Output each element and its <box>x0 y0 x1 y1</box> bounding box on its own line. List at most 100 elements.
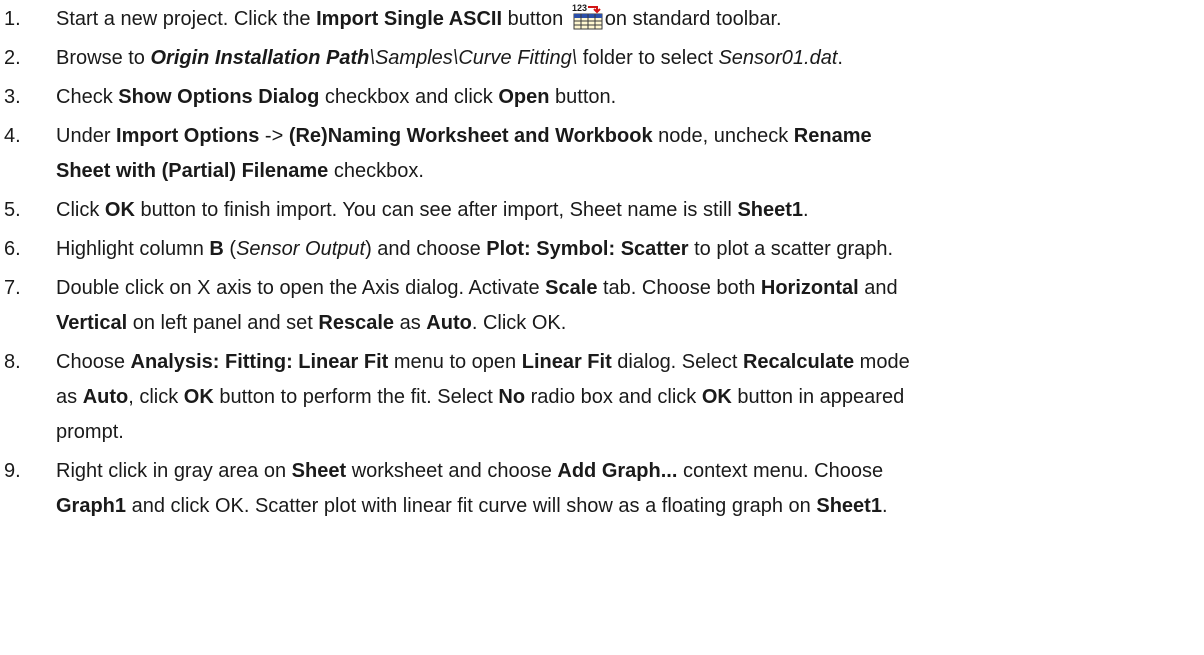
bold-text: Auto <box>426 312 472 334</box>
text-run: Check <box>56 86 119 108</box>
text-run: . <box>837 47 843 69</box>
step-text: Under Import Options -> (Re)Naming Works… <box>56 119 1196 189</box>
text-run: node, uncheck <box>652 125 794 147</box>
text-run: context menu. Choose <box>677 460 884 482</box>
bold-text: Vertical <box>56 312 128 334</box>
text-run: Click <box>56 199 105 221</box>
bold-text: Recalculate <box>742 351 855 373</box>
bold-text: Sheet1 <box>816 495 882 517</box>
step-number: 9. <box>4 460 21 482</box>
bold-text: Show Options Dialog <box>118 86 320 108</box>
bold-text: Open <box>498 86 550 108</box>
step-6: 6. Highlight column B (Sensor Output) and… <box>0 232 1196 267</box>
text-run: button. <box>549 86 617 108</box>
step-9: 9. Right click in gray area on Sheet work… <box>0 454 1196 524</box>
instruction-steps: 1. Start a new project. Click the Import … <box>0 0 1204 655</box>
text-run: Under <box>56 125 117 147</box>
bold-text: OK <box>701 386 732 408</box>
italic-text: Sensor Output <box>236 238 366 260</box>
bold-text: Auto <box>82 386 129 408</box>
step-number: 4. <box>4 125 21 147</box>
text-run: checkbox and click <box>319 86 499 108</box>
step-1: 1. Start a new project. Click the Import … <box>0 2 1196 37</box>
text-run: and click OK. Scatter plot with linear f… <box>126 495 817 517</box>
text-run: folder to select <box>577 47 719 69</box>
bold-text: (Re)Naming Worksheet and Workbook <box>288 125 653 147</box>
step-text: Choose Analysis: Fitting: Linear Fit men… <box>56 345 1196 450</box>
text-run: checkbox. <box>328 160 424 182</box>
bold-text: OK <box>104 199 135 221</box>
step-3: 3. Check Show Options Dialog checkbox and… <box>0 80 1196 115</box>
step-number: 7. <box>4 277 21 299</box>
text-run: , click <box>128 386 184 408</box>
step-7: 7. Double click on X axis to open the Axi… <box>0 271 1196 341</box>
bold-text: Linear Fit <box>521 351 612 373</box>
text-run: button <box>502 8 569 30</box>
text-run: button to perform the fit. Select <box>213 386 499 408</box>
bold-text: Plot: Symbol: Scatter <box>486 238 689 260</box>
text-run: as <box>56 386 83 408</box>
text-run: . Click OK. <box>471 312 567 334</box>
bold-text: Graph1 <box>56 495 127 517</box>
step-2: 2. Browse to Origin Installation Path\Sam… <box>0 41 1196 76</box>
text-run: Browse to <box>56 47 151 69</box>
italic-text: Sensor01.dat <box>718 47 838 69</box>
step-text: Double click on X axis to open the Axis … <box>56 271 1196 341</box>
step-number: 3. <box>4 86 21 108</box>
text-run: on standard toolbar. <box>604 8 782 30</box>
step-text: Browse to Origin Installation Path\Sampl… <box>56 41 1196 76</box>
text-run: Choose <box>56 351 131 373</box>
text-run: Start a new project. Click the <box>56 8 317 30</box>
bold-text: Analysis: Fitting: Linear Fit <box>130 351 389 373</box>
text-run: Double click on X axis to open the Axis … <box>56 277 546 299</box>
step-text: Right click in gray area on Sheet worksh… <box>56 454 1196 524</box>
emphasis: Origin Installation Path <box>150 47 369 69</box>
text-run: radio box and click <box>525 386 702 408</box>
text-run: dialog. Select <box>611 351 743 373</box>
step-number: 2. <box>4 47 21 69</box>
text-run: mode <box>854 351 910 373</box>
step-text: Highlight column B (Sensor Output) and c… <box>56 232 1196 267</box>
text-run: Right click in gray area on <box>56 460 292 482</box>
bold-text: Import Single ASCII <box>316 8 503 30</box>
step-number: 6. <box>4 238 21 260</box>
bold-text: Add Graph... <box>557 460 678 482</box>
bold-text: B <box>209 238 224 260</box>
bold-text: Import Options <box>116 125 260 147</box>
step-number: 8. <box>4 351 21 373</box>
bold-text: Sheet with (Partial) Filename <box>56 160 329 182</box>
text-run: . <box>803 199 809 221</box>
step-text: Check Show Options Dialog checkbox and c… <box>56 80 1196 115</box>
text-run: ) and choose <box>365 238 487 260</box>
import-single-ascii-icon[interactable]: 123 <box>571 2 605 31</box>
italic-text: \Samples\Curve Fitting\ <box>369 47 578 69</box>
text-run: button to finish import. You can see aft… <box>134 199 738 221</box>
text-run: . <box>881 495 888 517</box>
text-run: as <box>394 312 427 334</box>
step-text: Click OK button to finish import. You ca… <box>56 193 1196 228</box>
text-run: prompt. <box>56 421 124 443</box>
text-run: and <box>858 277 898 299</box>
step-8: 8. Choose Analysis: Fitting: Linear Fit m… <box>0 345 1196 450</box>
text-run: on left panel and set <box>127 312 319 334</box>
bold-text: OK <box>183 386 214 408</box>
bold-text: Sheet1 <box>737 199 804 221</box>
text-run: ( <box>223 238 237 260</box>
bold-text: Rename <box>793 125 872 147</box>
step-text: Start a new project. Click the Import Si… <box>56 2 1196 37</box>
bold-text: Scale <box>545 277 598 299</box>
text-run: worksheet and choose <box>346 460 558 482</box>
bold-text: Sheet <box>291 460 347 482</box>
step-4: 4. Under Import Options -> (Re)Naming Wor… <box>0 119 1196 189</box>
step-number: 5. <box>4 199 21 221</box>
import-icon-label: 123 <box>572 3 587 13</box>
step-number: 1. <box>4 8 21 30</box>
text-run: to plot a scatter graph. <box>688 238 894 260</box>
text-run: button in appeared <box>731 386 905 408</box>
bold-italic-text: Origin Installation Path <box>150 47 370 69</box>
bold-text: No <box>498 386 526 408</box>
step-5: 5. Click OK button to finish import. You … <box>0 193 1196 228</box>
bold-text: Rescale <box>318 312 395 334</box>
bold-text: Horizontal <box>760 277 859 299</box>
text-run: tab. Choose both <box>597 277 761 299</box>
